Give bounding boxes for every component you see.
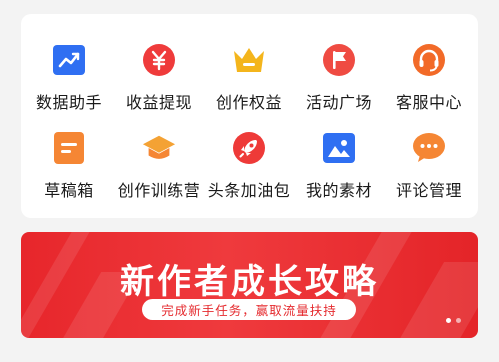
banner-subtitle: 完成新手任务，赢取流量扶持: [161, 303, 337, 318]
crown-icon: [232, 43, 266, 77]
tool-label: 客服中心: [395, 93, 462, 112]
tool-label: 创作训练营: [117, 181, 201, 200]
tool-label: 草稿箱: [44, 181, 94, 200]
tool-activity-square[interactable]: 活动广场: [294, 43, 384, 123]
tool-creator-camp[interactable]: 创作训练营: [114, 131, 204, 211]
flag-icon: [322, 43, 356, 77]
tool-my-materials[interactable]: 我的素材: [294, 131, 384, 211]
carousel-dot[interactable]: [456, 318, 461, 323]
growth-guide-banner[interactable]: 新作者成长攻略: [21, 232, 478, 338]
image-icon: [322, 131, 356, 165]
tool-creator-rights[interactable]: 创作权益: [204, 43, 294, 123]
draft-icon: [52, 131, 86, 165]
tool-label: 数据助手: [35, 93, 102, 112]
banner-title: 新作者成长攻略: [120, 262, 379, 302]
tool-earnings-withdraw[interactable]: 收益提现: [114, 43, 204, 123]
tool-customer-service[interactable]: 客服中心: [384, 43, 474, 123]
rocket-icon: [232, 131, 266, 165]
headset-icon: [412, 43, 446, 77]
tool-comment-management[interactable]: 评论管理: [384, 131, 474, 211]
carousel-dot-active[interactable]: [446, 318, 451, 323]
tool-boost-pack[interactable]: 头条加油包: [204, 131, 294, 211]
tool-label: 头条加油包: [207, 181, 291, 200]
tool-label: 创作权益: [215, 93, 282, 112]
comment-icon: [412, 131, 446, 165]
tool-label: 收益提现: [125, 93, 192, 112]
graduation-cap-icon: [142, 131, 176, 165]
yen-coin-icon: [142, 43, 176, 77]
tool-label: 评论管理: [395, 181, 462, 200]
banner-subtitle-pill: 完成新手任务，赢取流量扶持: [142, 299, 356, 320]
tool-data-assistant[interactable]: 数据助手: [24, 43, 114, 123]
tool-label: 我的素材: [305, 181, 372, 200]
tool-drafts[interactable]: 草稿箱: [24, 131, 114, 211]
data-chart-icon: [52, 43, 86, 77]
tool-label: 活动广场: [305, 93, 372, 112]
